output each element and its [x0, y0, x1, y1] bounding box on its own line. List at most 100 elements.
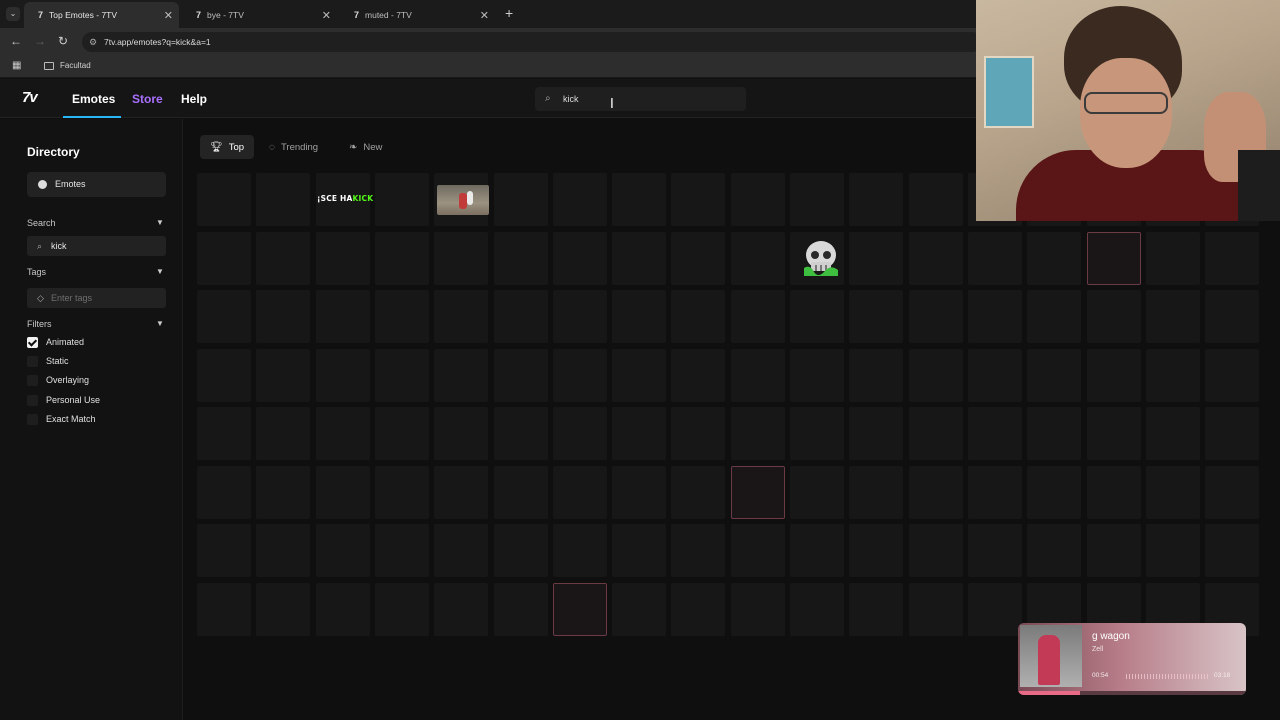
emote-card[interactable]: [909, 466, 963, 519]
emote-card[interactable]: [731, 232, 785, 285]
emote-card[interactable]: [1146, 232, 1200, 285]
emote-card[interactable]: [1087, 349, 1141, 402]
url-field[interactable]: ⚙ 7tv.app/emotes?q=kick&a=1: [82, 32, 982, 52]
emote-card[interactable]: [375, 349, 429, 402]
tab-top[interactable]: 🏆︎ Top: [200, 135, 255, 159]
emote-card[interactable]: [731, 583, 785, 636]
emote-card[interactable]: [1146, 524, 1200, 577]
emote-card[interactable]: [494, 583, 548, 636]
emote-card[interactable]: [316, 349, 370, 402]
emote-card[interactable]: [731, 466, 785, 519]
emote-card[interactable]: [316, 290, 370, 343]
emote-card[interactable]: [434, 290, 488, 343]
checkbox-checked[interactable]: [27, 336, 38, 348]
nav-emotes-link[interactable]: Emotes: [72, 92, 115, 106]
emote-card[interactable]: [553, 407, 607, 460]
emote-card[interactable]: [1087, 290, 1141, 343]
emote-card[interactable]: [731, 173, 785, 226]
emote-card[interactable]: [968, 524, 1022, 577]
emote-card[interactable]: [849, 583, 903, 636]
emote-card[interactable]: [375, 407, 429, 460]
chevron-down-icon[interactable]: ▼: [156, 319, 164, 328]
emote-card[interactable]: [909, 524, 963, 577]
sidebar-search-input[interactable]: ⌕ kick: [27, 236, 166, 256]
emote-card[interactable]: [434, 466, 488, 519]
close-tab-icon[interactable]: ✕: [164, 9, 173, 22]
emote-card[interactable]: [316, 524, 370, 577]
browser-tab[interactable]: 7 muted - 7TV ✕: [340, 2, 495, 28]
emote-card[interactable]: [553, 290, 607, 343]
emote-card[interactable]: [375, 583, 429, 636]
emote-card[interactable]: [671, 407, 725, 460]
checkbox[interactable]: [27, 355, 38, 367]
emote-card[interactable]: [375, 290, 429, 343]
emote-card[interactable]: [968, 466, 1022, 519]
emote-card[interactable]: [553, 466, 607, 519]
emote-card[interactable]: [612, 173, 666, 226]
7tv-logo[interactable]: 7v: [22, 89, 38, 106]
emote-card[interactable]: [671, 583, 725, 636]
emote-card[interactable]: [849, 173, 903, 226]
emote-skull-icon[interactable]: [800, 238, 842, 278]
emote-card[interactable]: [612, 232, 666, 285]
emote-card[interactable]: [849, 290, 903, 343]
emote-card[interactable]: [494, 407, 548, 460]
emote-card[interactable]: [909, 349, 963, 402]
close-tab-icon[interactable]: ✕: [322, 9, 331, 22]
close-tab-icon[interactable]: ✕: [480, 9, 489, 22]
emote-card[interactable]: [256, 349, 310, 402]
tab-trending[interactable]: ◌ Trending: [259, 135, 328, 159]
emote-card[interactable]: [553, 232, 607, 285]
emote-card[interactable]: [553, 349, 607, 402]
emote-card[interactable]: [790, 173, 844, 226]
emote-card[interactable]: [790, 524, 844, 577]
emote-card[interactable]: [494, 173, 548, 226]
emote-card[interactable]: [1146, 349, 1200, 402]
emote-card[interactable]: [731, 524, 785, 577]
bookmark-folder[interactable]: Facultad: [44, 61, 91, 70]
emote-card[interactable]: [1146, 407, 1200, 460]
emote-card[interactable]: [553, 524, 607, 577]
emote-card[interactable]: [197, 466, 251, 519]
emote-card[interactable]: [1205, 407, 1259, 460]
emote-card[interactable]: [1087, 407, 1141, 460]
emote-card[interactable]: [256, 290, 310, 343]
emote-card[interactable]: [1027, 524, 1081, 577]
emote-card[interactable]: [434, 583, 488, 636]
emote-card[interactable]: [671, 290, 725, 343]
checkbox[interactable]: [27, 394, 38, 406]
emote-card[interactable]: [1027, 349, 1081, 402]
emote-card[interactable]: [731, 290, 785, 343]
forward-icon[interactable]: →: [34, 34, 46, 48]
emote-card[interactable]: [434, 349, 488, 402]
apps-grid-icon[interactable]: ▦: [12, 60, 21, 71]
emote-card[interactable]: [1146, 290, 1200, 343]
browser-tab-active[interactable]: 7 Top Emotes - 7TV ✕: [24, 2, 179, 28]
filter-personal-use[interactable]: Personal Use: [27, 393, 100, 407]
emote-card[interactable]: [1087, 466, 1141, 519]
nav-help-link[interactable]: Help: [181, 92, 207, 106]
emote-card[interactable]: [494, 524, 548, 577]
emote-card[interactable]: [1205, 232, 1259, 285]
emote-card[interactable]: [553, 583, 607, 636]
emote-card[interactable]: [316, 232, 370, 285]
emote-card[interactable]: [1205, 349, 1259, 402]
emote-card[interactable]: [197, 173, 251, 226]
emote-card[interactable]: [731, 349, 785, 402]
emote-card[interactable]: [612, 583, 666, 636]
emote-card[interactable]: [790, 290, 844, 343]
new-tab-button[interactable]: +: [505, 5, 513, 21]
emote-card[interactable]: [612, 349, 666, 402]
emote-card[interactable]: [197, 290, 251, 343]
emote-card[interactable]: [849, 232, 903, 285]
emote-card[interactable]: [375, 524, 429, 577]
emote-card[interactable]: [790, 466, 844, 519]
emote-card[interactable]: [671, 524, 725, 577]
emote-card[interactable]: [849, 524, 903, 577]
tab-new[interactable]: ❧ New: [339, 135, 392, 159]
emote-card[interactable]: [612, 524, 666, 577]
emote-card[interactable]: [197, 407, 251, 460]
emote-card[interactable]: [197, 349, 251, 402]
emote-card[interactable]: [494, 290, 548, 343]
emote-card[interactable]: [1205, 466, 1259, 519]
